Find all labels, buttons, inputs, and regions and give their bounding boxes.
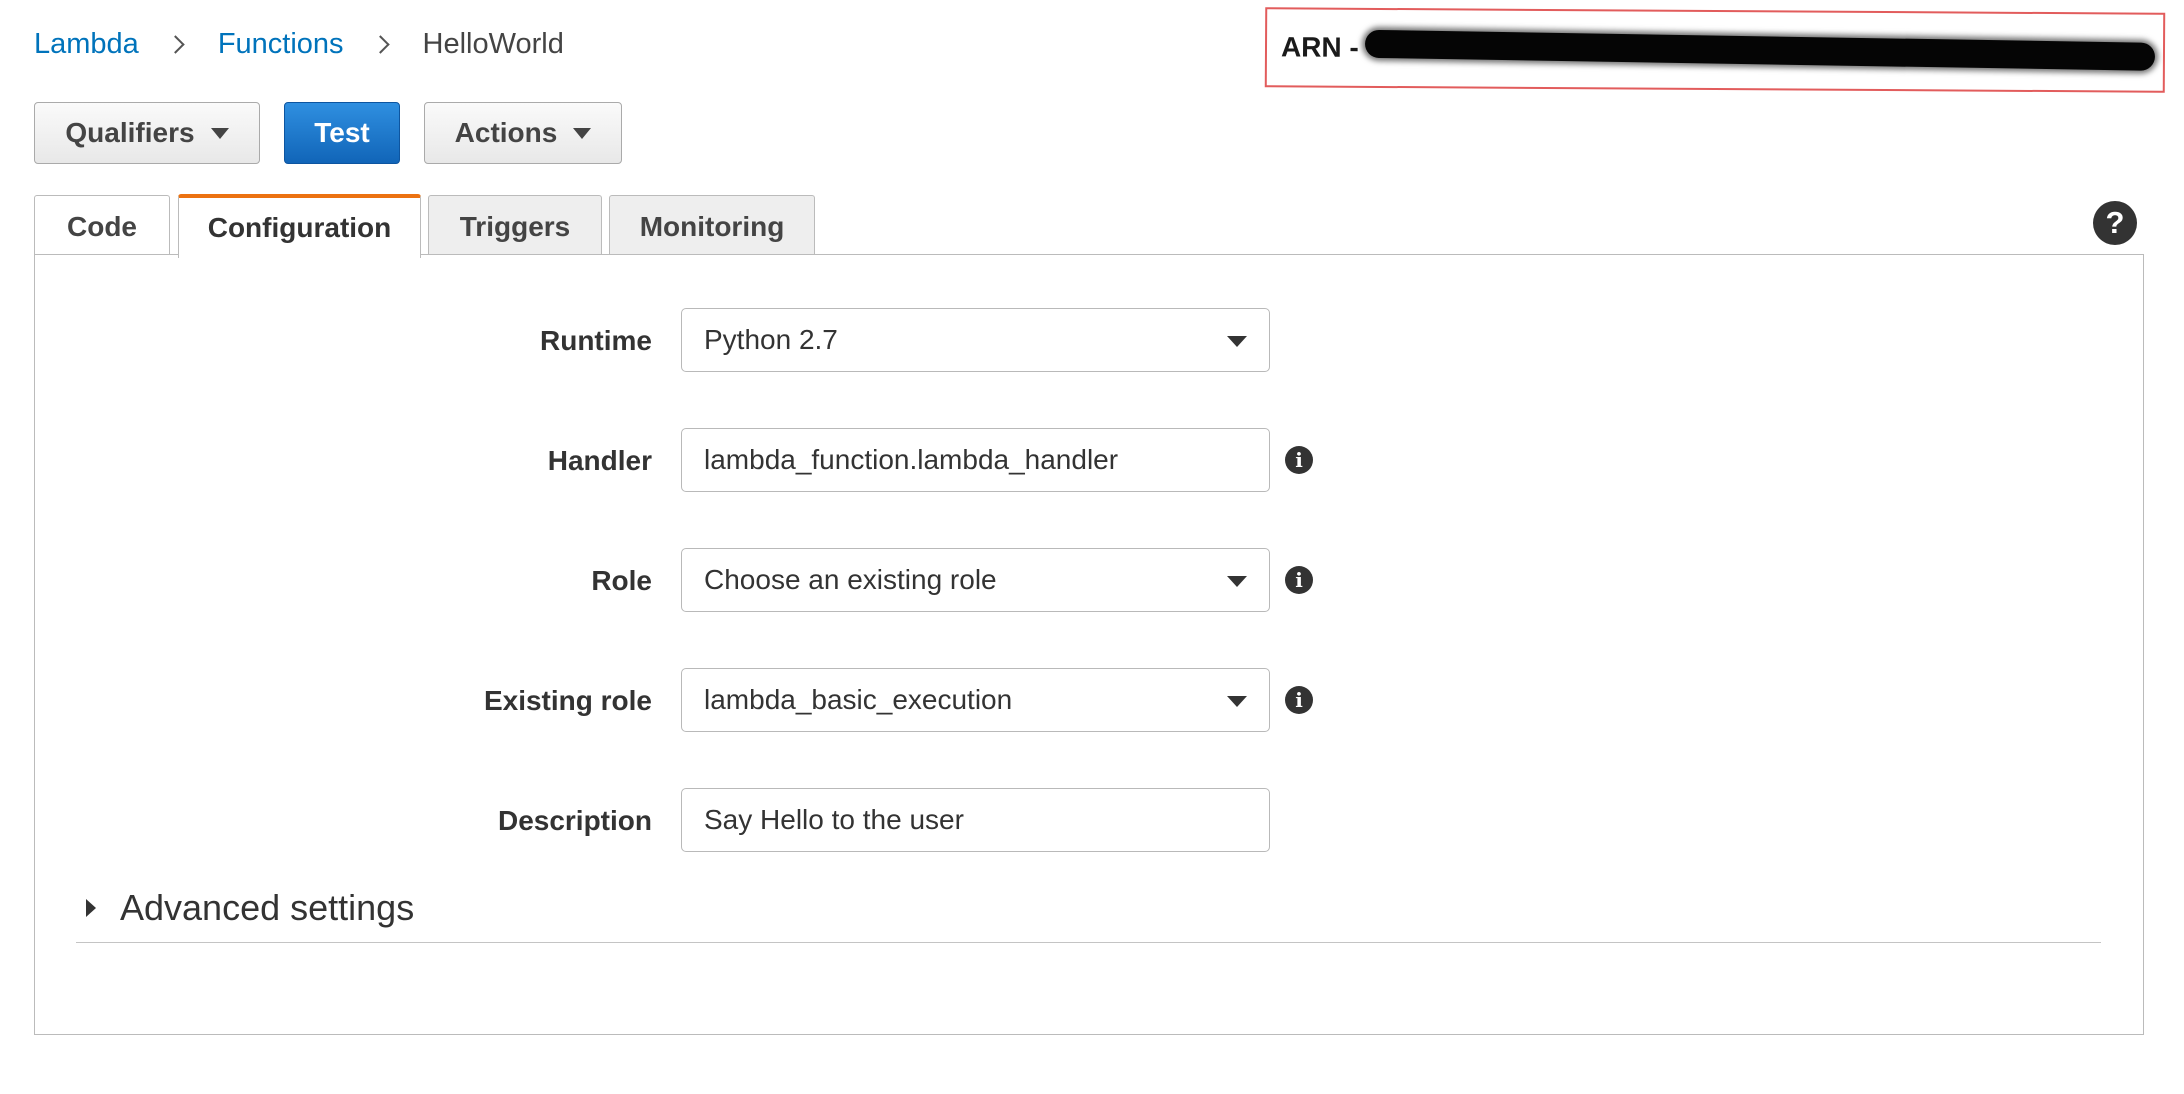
existing-role-label: Existing role — [483, 685, 652, 716]
tab-code[interactable]: Code — [34, 195, 170, 257]
description-value: Say Hello to the user — [704, 804, 964, 835]
chevron-right-icon — [370, 35, 390, 54]
breadcrumb-current-function: HelloWorld — [422, 28, 564, 60]
caret-down-icon — [573, 127, 592, 139]
runtime-label: Runtime — [540, 325, 652, 356]
caret-right-icon — [86, 899, 96, 917]
breadcrumb: Lambda Functions HelloWorld — [34, 28, 564, 61]
info-icon[interactable]: i — [1285, 446, 1313, 474]
help-glyph: ? — [2105, 205, 2125, 240]
info-icon[interactable]: i — [1285, 566, 1313, 594]
advanced-settings-toggle[interactable]: Advanced settings — [86, 887, 414, 929]
arn-redaction — [1364, 29, 2155, 71]
qualifiers-label: Qualifiers — [65, 117, 195, 148]
tab-monitoring[interactable]: Monitoring — [609, 195, 815, 257]
breadcrumb-functions-link[interactable]: Functions — [218, 28, 344, 61]
info-icon[interactable]: i — [1285, 686, 1313, 714]
existing-role-value: lambda_basic_execution — [704, 684, 1013, 715]
description-label: Description — [497, 805, 652, 836]
test-label: Test — [314, 117, 370, 148]
advanced-settings-divider — [76, 942, 2101, 943]
arn-label: ARN - — [1280, 31, 1359, 63]
actions-label: Actions — [454, 117, 558, 148]
test-button[interactable]: Test — [284, 102, 400, 164]
tab-configuration-label: Configuration — [207, 212, 392, 243]
advanced-settings-label: Advanced settings — [120, 887, 415, 928]
description-input[interactable]: Say Hello to the user — [681, 788, 1270, 852]
chevron-right-icon — [166, 35, 185, 54]
breadcrumb-lambda-link[interactable]: Lambda — [34, 28, 139, 61]
tab-triggers-label: Triggers — [459, 210, 571, 242]
tab-configuration[interactable]: Configuration — [178, 194, 421, 258]
role-select[interactable]: Choose an existing role — [681, 548, 1270, 612]
existing-role-select[interactable]: lambda_basic_execution — [681, 668, 1270, 732]
role-value: Choose an existing role — [704, 564, 997, 595]
actions-button[interactable]: Actions — [424, 102, 622, 164]
tab-code-label: Code — [67, 210, 137, 242]
handler-label: Handler — [547, 445, 652, 476]
tab-triggers[interactable]: Triggers — [428, 195, 602, 257]
handler-input[interactable]: lambda_function.lambda_handler — [681, 428, 1270, 492]
handler-value: lambda_function.lambda_handler — [704, 444, 1119, 475]
runtime-select[interactable]: Python 2.7 — [681, 308, 1270, 372]
qualifiers-button[interactable]: Qualifiers — [34, 102, 260, 164]
caret-down-icon — [210, 127, 229, 139]
help-icon[interactable]: ? — [2093, 201, 2137, 245]
role-label: Role — [591, 565, 652, 596]
runtime-value: Python 2.7 — [704, 324, 838, 355]
tab-monitoring-label: Monitoring — [639, 210, 785, 242]
arn-display: ARN - — [1264, 7, 2166, 93]
